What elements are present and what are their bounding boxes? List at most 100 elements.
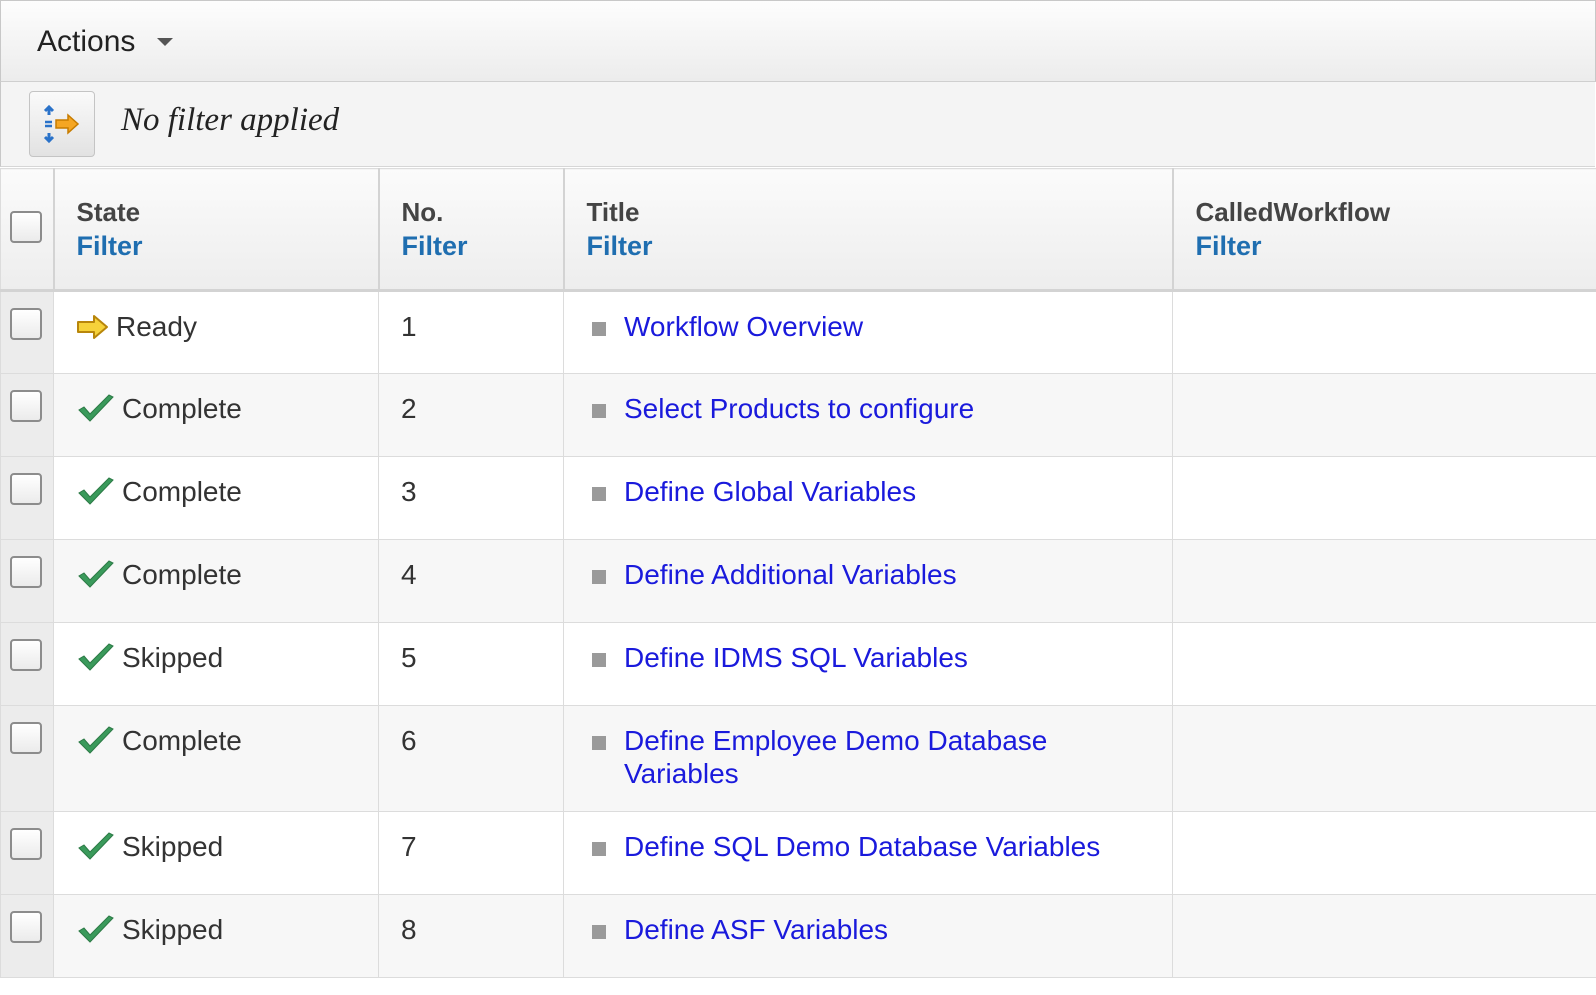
row-checkbox[interactable]	[10, 390, 42, 422]
calledworkflow-value	[1173, 374, 1596, 392]
state-text: Complete	[122, 476, 242, 507]
title-cell: Define Global Variables	[563, 456, 1173, 540]
actions-toolbar: Actions	[0, 0, 1596, 82]
step-title-link[interactable]: Define ASF Variables	[624, 913, 888, 946]
actions-label: Actions	[37, 25, 136, 58]
checkmark-icon	[78, 831, 114, 860]
state-text: Skipped	[122, 642, 224, 673]
step-bullet-icon	[592, 842, 606, 856]
calledworkflow-cell	[1172, 811, 1596, 895]
state-cell: Skipped	[53, 811, 379, 895]
row-checkbox[interactable]	[10, 308, 42, 340]
number-cell: 4	[378, 539, 564, 623]
row-checkbox[interactable]	[10, 639, 42, 671]
column-label-state[interactable]: State	[77, 195, 378, 229]
step-number: 1	[401, 311, 417, 342]
step-title-link[interactable]: Define Additional Variables	[624, 558, 957, 591]
filter-toggle-button[interactable]	[29, 91, 95, 157]
checkmark-icon	[78, 476, 114, 505]
checkmark-icon	[78, 559, 114, 588]
filter-status-text: No filter applied	[121, 102, 340, 138]
checkmark-icon	[78, 642, 114, 671]
number-cell: 1	[378, 290, 564, 374]
filter-arrows-icon	[43, 104, 80, 144]
row-checkbox[interactable]	[10, 722, 42, 754]
row-checkbox[interactable]	[10, 473, 42, 505]
column-header-title: Title Filter	[563, 168, 1174, 292]
calledworkflow-value	[1173, 623, 1596, 641]
calledworkflow-cell	[1172, 373, 1596, 457]
title-cell: Define Additional Variables	[563, 539, 1173, 623]
table-header-row: State Filter No. Filter Title Filter Cal…	[0, 168, 1596, 292]
title-cell: Select Products to configure	[563, 373, 1173, 457]
number-cell: 3	[378, 456, 564, 540]
state-filter-link[interactable]: Filter	[77, 229, 378, 263]
step-bullet-icon	[592, 404, 606, 418]
table-row[interactable]: Complete 6 Define Employee Demo Database…	[0, 705, 1596, 812]
number-cell: 5	[378, 622, 564, 706]
calledworkflow-value	[1173, 706, 1596, 724]
select-all-checkbox[interactable]	[10, 211, 42, 243]
checkmark-icon	[78, 914, 114, 943]
number-cell: 7	[378, 811, 564, 895]
step-number: 5	[401, 642, 417, 673]
table-row[interactable]: Ready 1 Workflow Overview	[0, 290, 1596, 374]
column-header-state: State Filter	[53, 168, 380, 292]
actions-menu-button[interactable]: Actions	[37, 25, 174, 59]
row-select-cell	[0, 456, 54, 540]
row-checkbox[interactable]	[10, 556, 42, 588]
no-filter-link[interactable]: Filter	[402, 229, 563, 263]
row-checkbox[interactable]	[10, 911, 42, 943]
state-cell: Complete	[53, 705, 379, 812]
state-text: Skipped	[122, 914, 224, 945]
calledworkflow-cell	[1172, 539, 1596, 623]
chevron-down-icon	[157, 38, 174, 46]
column-label-title[interactable]: Title	[587, 195, 1172, 229]
row-select-cell	[0, 622, 54, 706]
title-filter-link[interactable]: Filter	[587, 229, 1172, 263]
calledworkflow-filter-link[interactable]: Filter	[1196, 229, 1596, 263]
column-label-no[interactable]: No.	[402, 195, 563, 229]
step-title-link[interactable]: Define Global Variables	[624, 475, 916, 508]
table-row[interactable]: Complete 2 Select Products to configure	[0, 373, 1596, 457]
workflow-steps-table: State Filter No. Filter Title Filter Cal…	[0, 168, 1596, 978]
state-cell: Ready	[53, 290, 379, 374]
calledworkflow-cell	[1172, 622, 1596, 706]
checkmark-icon	[78, 393, 114, 422]
step-number: 3	[401, 476, 417, 507]
title-cell: Define Employee Demo Database Variables	[563, 705, 1173, 812]
table-row[interactable]: Skipped 7 Define SQL Demo Database Varia…	[0, 811, 1596, 895]
calledworkflow-cell	[1172, 456, 1596, 540]
state-cell: Complete	[53, 539, 379, 623]
state-cell: Complete	[53, 456, 379, 540]
step-title-link[interactable]: Workflow Overview	[624, 310, 863, 343]
title-cell: Workflow Overview	[563, 290, 1173, 374]
step-bullet-icon	[592, 487, 606, 501]
state-text: Ready	[116, 311, 197, 342]
row-checkbox[interactable]	[10, 828, 42, 860]
row-select-cell	[0, 539, 54, 623]
step-title-link[interactable]: Define Employee Demo Database Variables	[624, 724, 1082, 790]
step-bullet-icon	[592, 736, 606, 750]
step-title-link[interactable]: Define SQL Demo Database Variables	[624, 830, 1100, 863]
ready-arrow-icon	[77, 314, 108, 339]
calledworkflow-value	[1173, 292, 1596, 310]
number-cell: 8	[378, 894, 564, 978]
step-title-link[interactable]: Define IDMS SQL Variables	[624, 641, 968, 674]
row-select-cell	[0, 290, 54, 374]
step-number: 7	[401, 831, 417, 862]
table-row[interactable]: Skipped 8 Define ASF Variables	[0, 894, 1596, 978]
column-label-calledworkflow[interactable]: CalledWorkflow	[1196, 195, 1596, 229]
state-text: Skipped	[122, 831, 224, 862]
step-bullet-icon	[592, 322, 606, 336]
calledworkflow-cell	[1172, 705, 1596, 812]
table-row[interactable]: Complete 3 Define Global Variables	[0, 456, 1596, 540]
table-row[interactable]: Complete 4 Define Additional Variables	[0, 539, 1596, 623]
calledworkflow-value	[1173, 895, 1596, 913]
table-row[interactable]: Skipped 5 Define IDMS SQL Variables	[0, 622, 1596, 706]
column-header-no: No. Filter	[378, 168, 565, 292]
step-number: 4	[401, 559, 417, 590]
checkmark-icon	[78, 725, 114, 754]
step-title-link[interactable]: Select Products to configure	[624, 392, 974, 425]
calledworkflow-cell	[1172, 290, 1596, 374]
